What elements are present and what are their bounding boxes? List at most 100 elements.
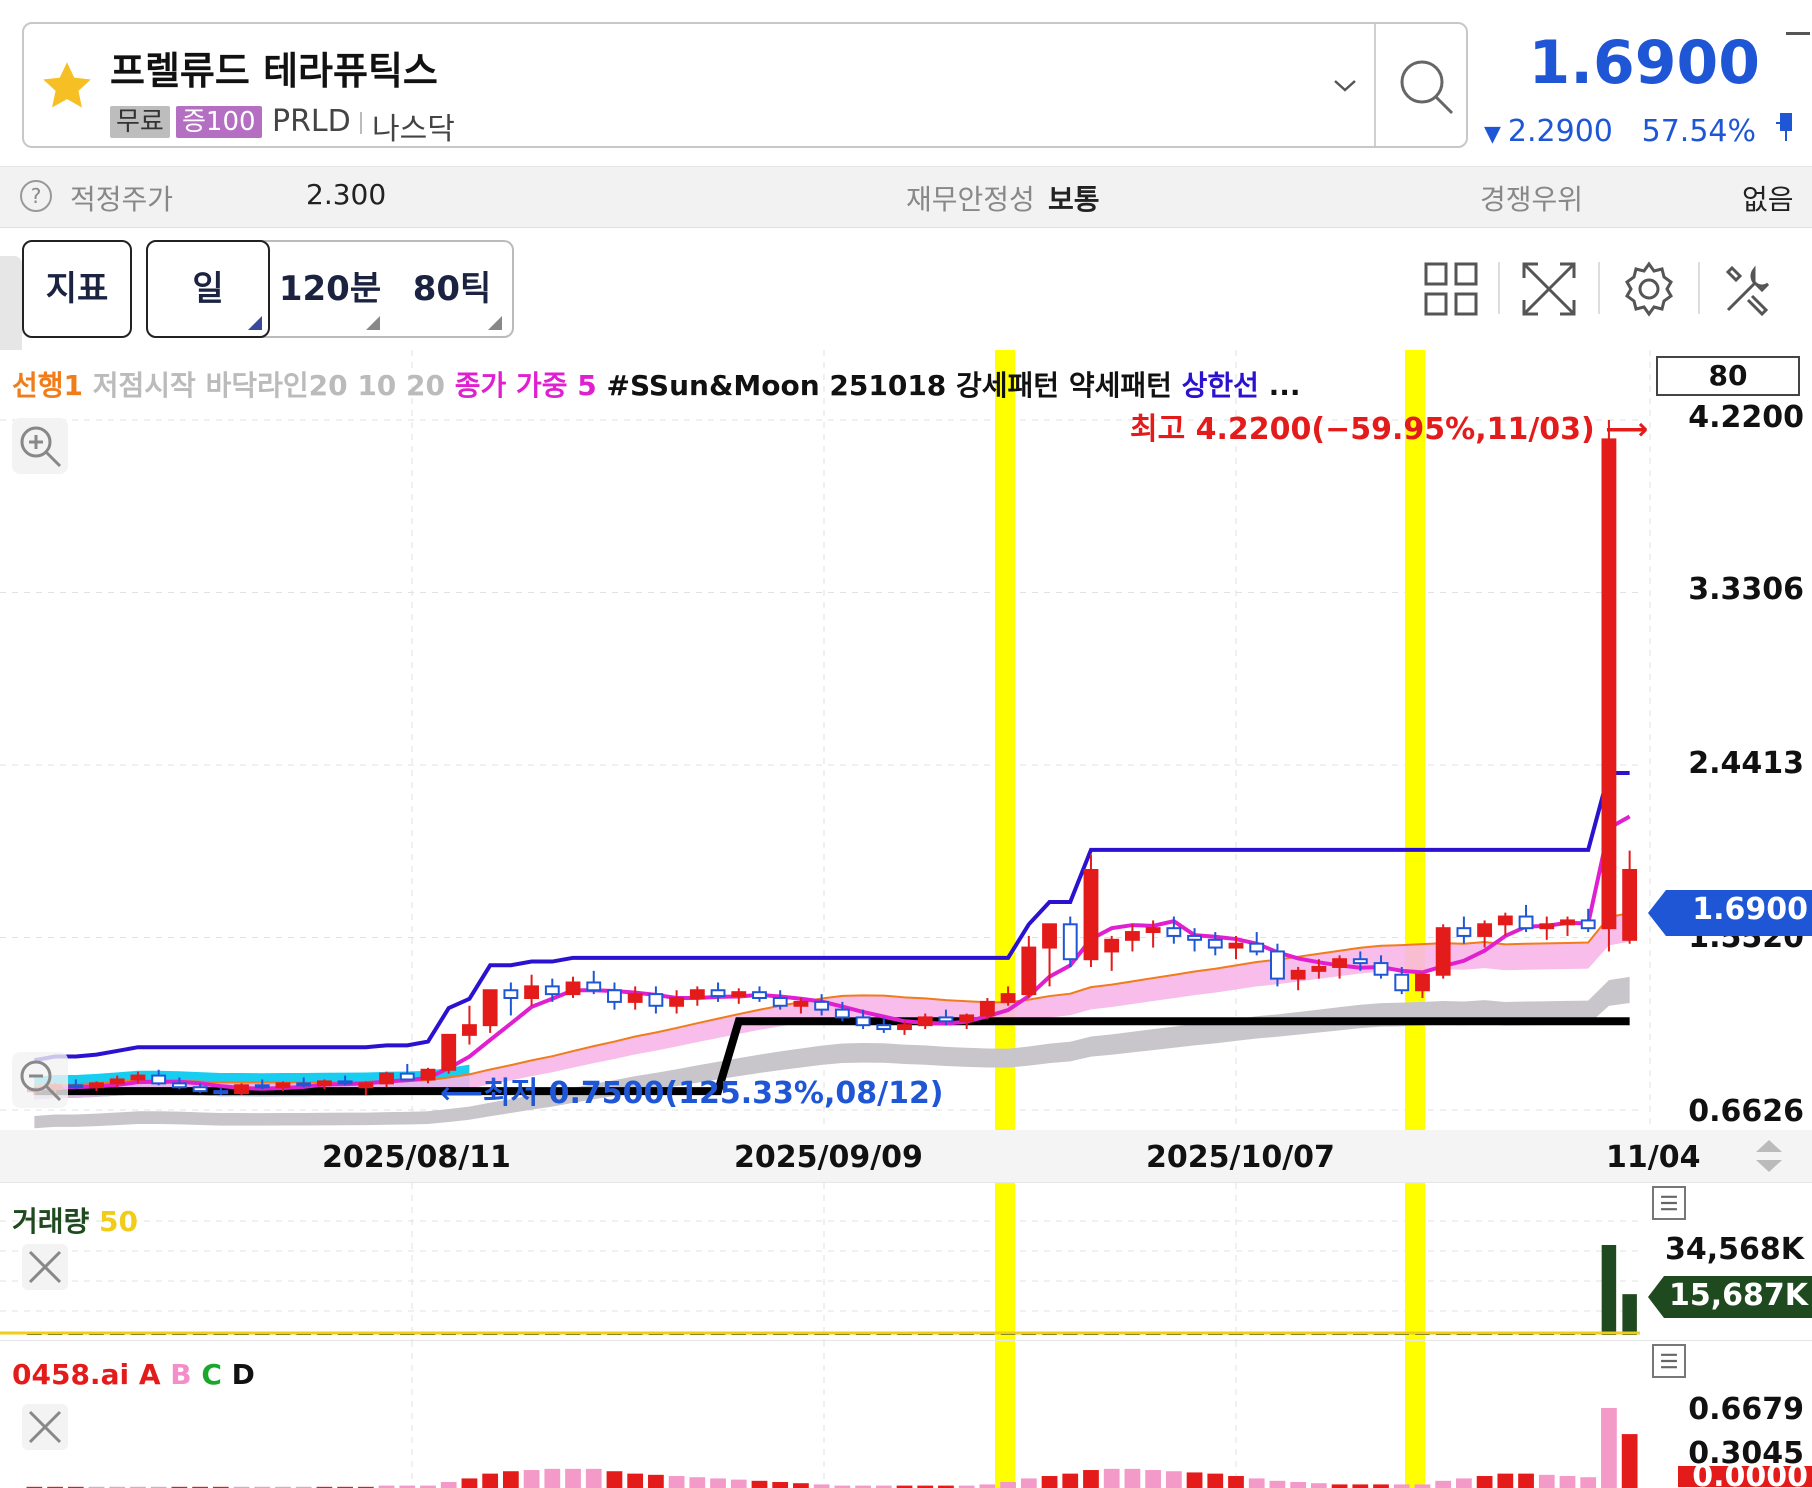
ai-bar — [502, 1471, 519, 1488]
candle-body — [89, 1082, 104, 1089]
x-tick-label: 11/04 — [1606, 1140, 1701, 1175]
candle-body — [627, 993, 643, 1003]
indicator-legend[interactable]: 선행1 저점시작 바닥라인20 10 20 종가 가중 5 #SSun&Moon… — [12, 364, 1301, 404]
ai-bar — [1352, 1484, 1369, 1488]
zoom-out-icon[interactable] — [12, 1052, 68, 1108]
legend-low-start: 저점시작 — [92, 369, 196, 402]
price-change-percent: 57.54% — [1641, 114, 1756, 149]
candle-body — [192, 1086, 208, 1093]
candle-body — [1207, 938, 1223, 949]
divider — [1698, 262, 1700, 314]
ai-bar — [1062, 1473, 1079, 1488]
advantage-value: 없음 — [1742, 183, 1794, 216]
candle-body — [1166, 927, 1182, 937]
candle-body — [109, 1078, 125, 1085]
ai-zero-tag-text: 0.0000 — [1692, 1466, 1808, 1487]
pin-icon[interactable] — [1774, 110, 1798, 142]
ai-bar — [1310, 1483, 1327, 1488]
ai-bar — [1041, 1476, 1058, 1488]
advantage-label: 경쟁우위 — [1480, 183, 1584, 216]
candle-body — [1622, 868, 1638, 941]
highlight-band — [1405, 1341, 1425, 1488]
candle-body — [979, 1000, 995, 1017]
candle-body — [482, 989, 498, 1027]
divider — [1598, 262, 1600, 314]
candle-body — [1187, 934, 1202, 941]
count-box[interactable]: 80 — [1656, 356, 1800, 396]
ai-bar — [1290, 1482, 1307, 1488]
candle-body — [441, 1033, 457, 1071]
legend-lead: 선행1 — [12, 369, 84, 402]
candle-body — [855, 1016, 871, 1027]
candle-body — [565, 981, 581, 996]
settings-gear-icon[interactable] — [1618, 258, 1680, 320]
close-icon[interactable] — [22, 1404, 68, 1450]
zoom-in-icon[interactable] — [12, 418, 68, 474]
layout-grid-icon[interactable] — [1420, 258, 1482, 320]
candlestick-chart[interactable] — [0, 350, 1812, 1130]
ai-indicator-chart[interactable] — [0, 1341, 1812, 1488]
ai-bar — [1083, 1470, 1099, 1488]
candle-body — [772, 997, 788, 1007]
volume-panel[interactable] — [0, 1182, 1812, 1341]
price-chart[interactable] — [0, 350, 1812, 1130]
volume-bar — [1622, 1294, 1637, 1335]
candle-body — [254, 1084, 270, 1089]
candle-body — [1000, 993, 1016, 1003]
candle-body — [68, 1084, 84, 1089]
scroll-updown-icon[interactable] — [1750, 1136, 1788, 1176]
period-tick-button[interactable]: 80틱 — [404, 240, 500, 338]
ai-bar — [1559, 1476, 1576, 1488]
menu-icon[interactable] — [1652, 1186, 1686, 1220]
divider — [360, 112, 362, 134]
ai-indicator-panel[interactable] — [0, 1340, 1812, 1488]
candle-body — [275, 1082, 291, 1089]
help-icon[interactable]: ? — [20, 180, 52, 212]
fullscreen-icon[interactable] — [1518, 258, 1580, 320]
candle-body — [1477, 923, 1493, 937]
fair-price-label: 적정주가 — [70, 183, 174, 216]
candle-body — [1062, 923, 1078, 961]
candle-body — [1104, 938, 1120, 953]
highlight-band — [995, 1341, 1015, 1488]
ai-bar — [523, 1470, 540, 1488]
candle-body — [379, 1072, 394, 1085]
favorite-star-icon[interactable] — [36, 58, 98, 114]
tools-icon[interactable] — [1718, 258, 1780, 320]
candle-body — [1456, 927, 1472, 937]
ai-bar — [689, 1477, 706, 1488]
ai-bar — [979, 1484, 996, 1488]
volume-chart[interactable] — [0, 1183, 1812, 1341]
candle-body — [1290, 969, 1306, 980]
minimize-icon[interactable] — [1786, 32, 1810, 35]
ai-bar — [544, 1468, 561, 1488]
candle-body — [1332, 958, 1348, 968]
x-tick-label: 2025/10/07 — [1146, 1140, 1335, 1175]
candle-body — [544, 985, 560, 996]
candle-body — [1228, 942, 1244, 949]
stock-name[interactable]: 프렐류드 테라퓨틱스 — [110, 40, 438, 95]
ai-bar — [585, 1468, 602, 1488]
fair-price-value: 2.300 — [306, 178, 387, 211]
ai-bar — [668, 1476, 685, 1488]
indicator-button[interactable]: 지표 — [22, 240, 132, 338]
menu-icon[interactable] — [1652, 1344, 1686, 1378]
arrow-right-icon: ⟶ — [1594, 412, 1649, 447]
candle-body — [503, 989, 519, 1000]
x-tick-label: 2025/08/11 — [322, 1140, 511, 1175]
candle-body — [876, 1024, 892, 1031]
legend-nums: 10 20 — [357, 369, 446, 402]
ai-y-tick: 0.6679 — [1688, 1392, 1804, 1427]
price-change: ▼ 2.2900 — [1484, 114, 1613, 149]
volume-period: 50 — [99, 1205, 138, 1238]
ai-bar — [648, 1474, 664, 1488]
candle-body — [1311, 965, 1327, 972]
chevron-down-icon[interactable] — [1330, 70, 1360, 100]
candle-body — [1497, 915, 1513, 926]
current-price-tag-text: 1.6900 — [1692, 892, 1808, 927]
candle-body — [1560, 919, 1575, 926]
close-icon[interactable] — [22, 1244, 68, 1290]
candle-body — [1394, 973, 1410, 992]
ai-bar — [793, 1483, 809, 1488]
ai-bar — [1145, 1470, 1162, 1488]
